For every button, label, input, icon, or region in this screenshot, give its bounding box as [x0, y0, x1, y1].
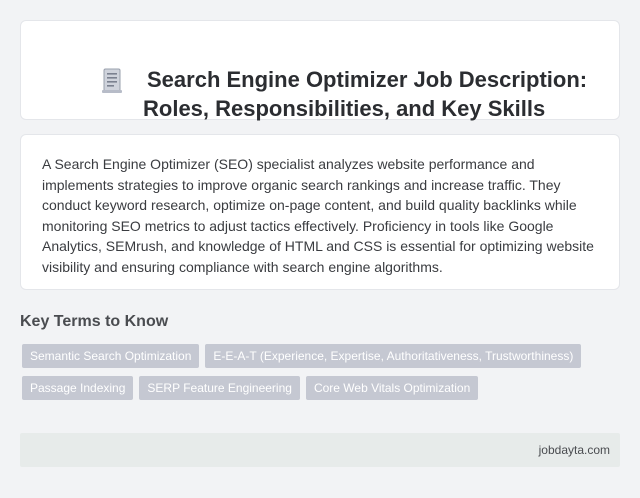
title-card: Search Engine Optimizer Job Description:… — [20, 20, 620, 123]
description-text: A Search Engine Optimizer (SEO) speciali… — [42, 156, 594, 275]
document-icon — [102, 68, 122, 93]
tag-e-e-a-t[interactable]: E-E-A-T (Experience, Expertise, Authorit… — [205, 344, 582, 368]
key-terms-tags: Semantic Search Optimization E-E-A-T (Ex… — [22, 344, 612, 408]
tag-core-web-vitals-optimization[interactable]: Core Web Vitals Optimization — [305, 376, 479, 400]
tag-passage-indexing[interactable]: Passage Indexing — [22, 376, 134, 400]
page-title: Search Engine Optimizer Job Description:… — [143, 65, 587, 123]
page-title-line-1: Search Engine Optimizer Job Description: — [147, 67, 588, 92]
footer-source-link[interactable]: jobdayta.com — [539, 443, 610, 458]
page-title-line-2: Roles, Responsibilities, and Key Skills — [143, 96, 546, 121]
tag-serp-feature-engineering[interactable]: SERP Feature Engineering — [139, 376, 300, 400]
footer-bar: jobdayta.com — [20, 433, 620, 467]
tag-semantic-search-optimization[interactable]: Semantic Search Optimization — [22, 344, 200, 368]
description-card: A Search Engine Optimizer (SEO) speciali… — [20, 134, 620, 290]
key-terms-heading: Key Terms to Know — [20, 313, 169, 330]
